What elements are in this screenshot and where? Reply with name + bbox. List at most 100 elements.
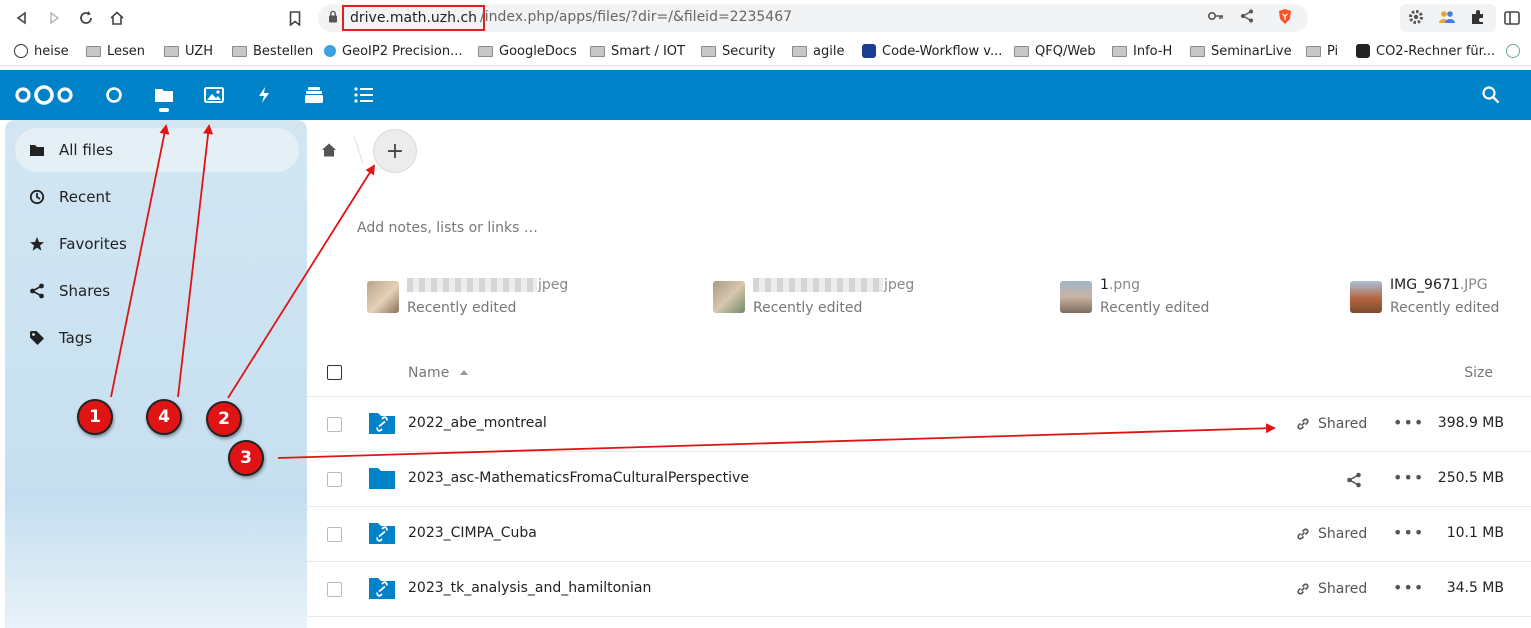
files-app-icon[interactable]	[154, 85, 174, 105]
file-row[interactable]: 2023_CIMPA_Cuba Shared ••• 10.1 MB	[307, 507, 1531, 562]
file-row[interactable]: 2022_abe_montreal Shared ••• 398.9 MB	[307, 397, 1531, 452]
bookmark-item[interactable]: Security	[701, 42, 775, 60]
select-all-checkbox[interactable]	[327, 365, 342, 380]
share-icon[interactable]	[1346, 472, 1362, 488]
file-thumbnail	[1060, 281, 1092, 313]
row-checkbox[interactable]	[327, 527, 342, 542]
bookmark-item[interactable]: QFQ/Web	[1014, 42, 1096, 60]
star-icon	[15, 236, 59, 252]
sidebar-item-tags[interactable]: Tags	[15, 316, 299, 360]
bookmark-item[interactable]: Lesen	[86, 42, 145, 60]
sidebar-item-recent[interactable]: Recent	[15, 175, 299, 219]
row-checkbox[interactable]	[327, 582, 342, 597]
bookmark-item[interactable]: Smart / IOT	[590, 42, 685, 60]
sidebar-item-all-files[interactable]: All files	[15, 128, 299, 172]
bookmark-item[interactable]: Info-H	[1112, 42, 1172, 60]
people-extension-icon[interactable]	[1438, 9, 1456, 29]
reload-icon[interactable]	[74, 6, 98, 30]
shared-button[interactable]: Shared	[1296, 581, 1367, 597]
link-icon	[1297, 418, 1309, 430]
back-icon[interactable]	[10, 6, 34, 30]
chatgpt-bookmark-icon[interactable]	[1506, 42, 1526, 60]
bookmark-item[interactable]: GeoIP2 Precision...	[324, 42, 463, 60]
folder-icon	[1014, 45, 1029, 57]
deck-app-icon[interactable]	[304, 85, 324, 105]
new-file-button[interactable]: +	[373, 129, 417, 173]
puzzle-extensions-icon[interactable]	[1470, 9, 1486, 29]
bookmark-item[interactable]: GoogleDocs	[478, 42, 577, 60]
key-icon[interactable]	[1207, 9, 1224, 25]
settings-extension-icon[interactable]	[1408, 9, 1424, 29]
more-actions-icon[interactable]: •••	[1393, 468, 1424, 487]
dashboard-app-icon[interactable]	[104, 85, 124, 105]
bookmark-item[interactable]: Code-Workflow v...	[862, 42, 1002, 60]
file-size: 10.1 MB	[1446, 525, 1504, 541]
rich-workspace-notes[interactable]: Add notes, lists or links …	[357, 220, 538, 236]
folder-icon	[478, 45, 493, 57]
file-name: 2022_abe_montreal	[408, 415, 547, 431]
recent-file-card[interactable]: jpeg Recently edited	[367, 276, 667, 316]
share-page-icon[interactable]	[1240, 9, 1254, 27]
url-host: drive.math.uzh.ch	[342, 5, 486, 31]
row-checkbox[interactable]	[327, 472, 342, 487]
folder-icon	[590, 45, 605, 57]
column-name[interactable]: Name	[408, 365, 449, 381]
annotation-marker-2: 2	[206, 401, 242, 437]
recent-file-name: jpeg	[753, 277, 914, 293]
row-checkbox[interactable]	[327, 417, 342, 432]
file-thumbnail	[713, 281, 745, 313]
bookmark-item[interactable]: SeminarLive	[1190, 42, 1292, 60]
sidebar-item-favorites[interactable]: Favorites	[15, 222, 299, 266]
folder-icon	[232, 45, 247, 57]
file-size: 398.9 MB	[1437, 415, 1504, 431]
annotation-marker-3: 3	[228, 440, 264, 476]
recent-file-card[interactable]: jpeg Recently edited	[713, 276, 1013, 316]
search-icon[interactable]	[1481, 85, 1501, 105]
more-actions-icon[interactable]: •••	[1393, 413, 1424, 432]
bookmark-item[interactable]: Bestellen	[232, 42, 313, 60]
bookmark-item[interactable]: Pi	[1306, 42, 1338, 60]
forward-icon[interactable]	[42, 6, 66, 30]
heise-icon	[14, 44, 28, 58]
sidebar-item-shares[interactable]: Shares	[15, 269, 299, 313]
shared-button[interactable]: Shared	[1296, 416, 1367, 432]
file-name: 2023_CIMPA_Cuba	[408, 525, 537, 541]
recent-file-card[interactable]: IMG_9671.JPG Recently edited	[1350, 276, 1525, 316]
nextcloud-header	[0, 70, 1531, 120]
share-icon	[15, 283, 59, 299]
shared-folder-icon	[368, 411, 396, 435]
bookmark-item[interactable]: UZH	[164, 42, 213, 60]
shared-button[interactable]: Shared	[1296, 526, 1367, 542]
file-row[interactable]: 2023_asc-MathematicsFromaCulturalPerspec…	[307, 452, 1531, 507]
home-browser-icon[interactable]	[105, 6, 129, 30]
bookmarks-bar: heise Lesen UZH Bestellen GeoIP2 Precisi…	[0, 36, 1531, 66]
address-bar[interactable]: drive.math.uzh.ch /index.php/apps/files/…	[318, 4, 1308, 32]
more-actions-icon[interactable]: •••	[1393, 523, 1424, 542]
sidebar-toggle-icon[interactable]	[1500, 6, 1524, 30]
file-thumbnail	[1350, 281, 1382, 313]
activity-app-icon[interactable]	[254, 85, 274, 105]
column-size[interactable]: Size	[1464, 365, 1493, 381]
shared-folder-icon	[368, 576, 396, 600]
bookmark-item[interactable]: heise	[14, 42, 69, 60]
sort-asc-icon	[460, 370, 468, 375]
file-name: 2023_asc-MathematicsFromaCulturalPerspec…	[408, 470, 749, 486]
file-name: 2023_tk_analysis_and_hamiltonian	[408, 580, 652, 596]
file-row[interactable]: 2023_tk_analysis_and_hamiltonian Shared …	[307, 562, 1531, 617]
tasks-app-icon[interactable]	[354, 85, 374, 105]
geoip-icon	[324, 45, 336, 57]
bookmark-item[interactable]: CO2-Rechner für...	[1356, 42, 1495, 60]
more-actions-icon[interactable]: •••	[1393, 578, 1424, 597]
recent-file-name: 1.png	[1100, 277, 1141, 293]
folder-icon	[164, 45, 179, 57]
recent-file-card[interactable]: 1.png Recently edited	[1060, 276, 1300, 316]
breadcrumb-home-icon[interactable]	[321, 142, 337, 158]
nextcloud-logo[interactable]	[14, 84, 74, 110]
clock-icon	[15, 189, 59, 205]
shared-folder-icon	[368, 521, 396, 545]
bookmark-page-icon[interactable]	[283, 6, 307, 30]
brave-shield-icon[interactable]	[1278, 8, 1292, 29]
annotation-marker-1: 1	[77, 399, 113, 435]
photos-app-icon[interactable]	[204, 85, 224, 105]
bookmark-item[interactable]: agile	[792, 42, 844, 60]
